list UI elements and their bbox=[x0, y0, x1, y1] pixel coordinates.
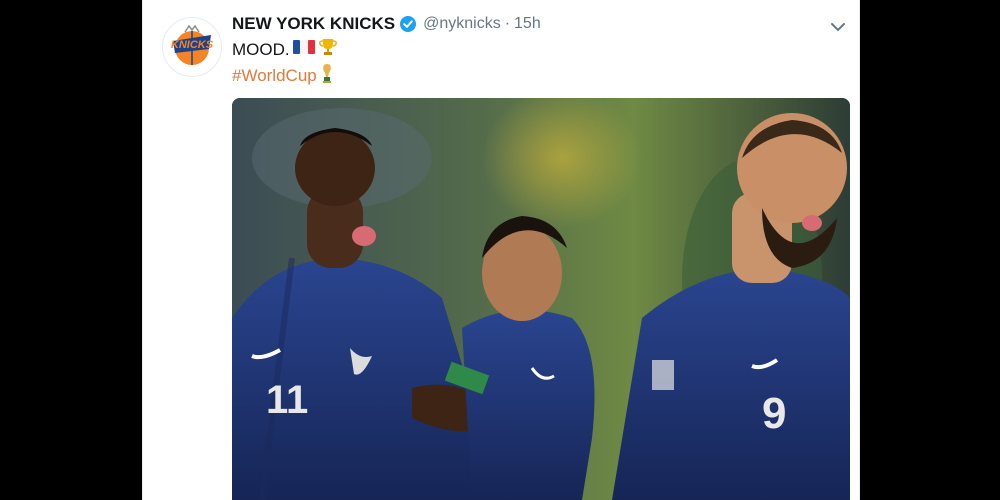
timestamp[interactable]: 15h bbox=[514, 15, 541, 33]
user-handle[interactable]: @nyknicks bbox=[423, 15, 501, 33]
tweet-text-content: MOOD. bbox=[232, 39, 290, 59]
jersey-number-9: 9 bbox=[762, 389, 786, 438]
verified-badge-icon bbox=[399, 15, 417, 33]
separator-dot: · bbox=[504, 15, 511, 32]
chevron-down-icon[interactable] bbox=[829, 18, 847, 36]
logo-text: KNICKS bbox=[171, 39, 214, 51]
avatar[interactable]: KNICKS bbox=[162, 17, 222, 77]
left-letterbox bbox=[0, 0, 142, 500]
flag-france-icon bbox=[292, 39, 315, 60]
tweet-card[interactable]: KNICKS NEW YORK KNICKS @nyknicks · 15h M… bbox=[142, 0, 860, 500]
jersey-number-11: 11 bbox=[266, 378, 308, 422]
hashtag-link[interactable]: #WorldCup bbox=[232, 66, 317, 86]
display-name[interactable]: NEW YORK KNICKS bbox=[232, 14, 395, 34]
tweet-header: NEW YORK KNICKS @nyknicks · 15h bbox=[232, 14, 541, 34]
right-letterbox bbox=[860, 0, 1000, 500]
photo-three-players-celebrating: 11 9 bbox=[232, 98, 850, 500]
tweet-photo[interactable]: 11 9 bbox=[232, 98, 850, 500]
trophy-icon bbox=[318, 37, 338, 62]
knicks-logo-icon: KNICKS bbox=[171, 24, 214, 65]
tweet-text: MOOD. bbox=[232, 37, 338, 62]
world-cup-trophy-icon bbox=[320, 63, 334, 88]
hashtag-line: #WorldCup bbox=[232, 63, 334, 88]
